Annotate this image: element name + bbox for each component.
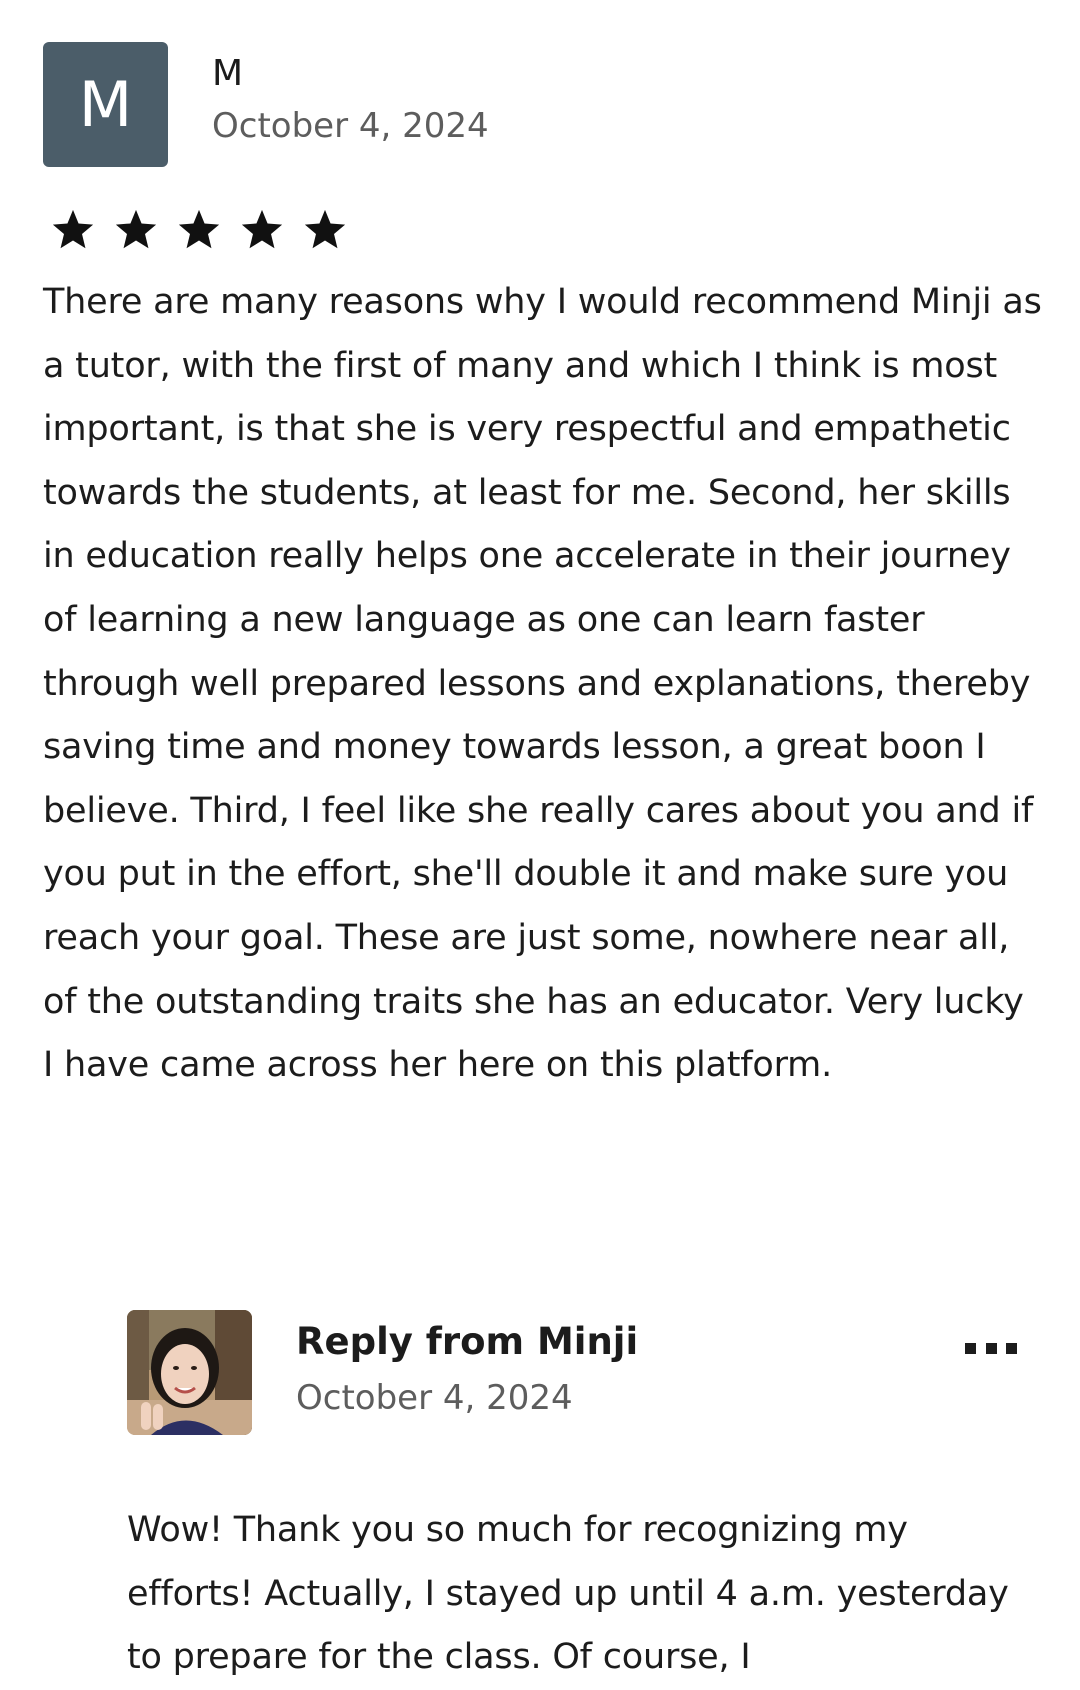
review-card: M M October 4, 2024 There are many reaso… [43, 42, 1043, 1098]
reply-header: Reply from Minji October 4, 2024 [127, 1310, 1017, 1435]
star-rating [50, 207, 1043, 253]
reply-text: Wow! Thank you so much for recognizing m… [127, 1510, 1009, 1678]
tutor-avatar [127, 1310, 252, 1435]
avatar: M [43, 42, 168, 167]
reply-title: Reply from Minji [296, 1320, 639, 1363]
avatar-initial: M [78, 68, 133, 141]
reply-date: October 4, 2024 [296, 1378, 573, 1418]
reviewer-name: M [212, 53, 244, 94]
review-date: October 4, 2024 [212, 106, 489, 146]
star-icon [241, 209, 283, 249]
star-icon [304, 209, 346, 249]
reviewer-meta: M October 4, 2024 [212, 42, 489, 150]
review-text: There are many reasons why I would recom… [43, 282, 1042, 1086]
star-icon [115, 209, 157, 249]
reply-meta: Reply from Minji October 4, 2024 [296, 1310, 638, 1422]
tutor-reply: Reply from Minji October 4, 2024 Wow! Th… [127, 1310, 1017, 1690]
more-options-icon[interactable] [965, 1336, 1017, 1360]
star-icon [178, 209, 220, 249]
star-icon [52, 209, 94, 249]
tutor-photo [127, 1310, 252, 1435]
reviewer-header: M M October 4, 2024 [43, 42, 1043, 167]
